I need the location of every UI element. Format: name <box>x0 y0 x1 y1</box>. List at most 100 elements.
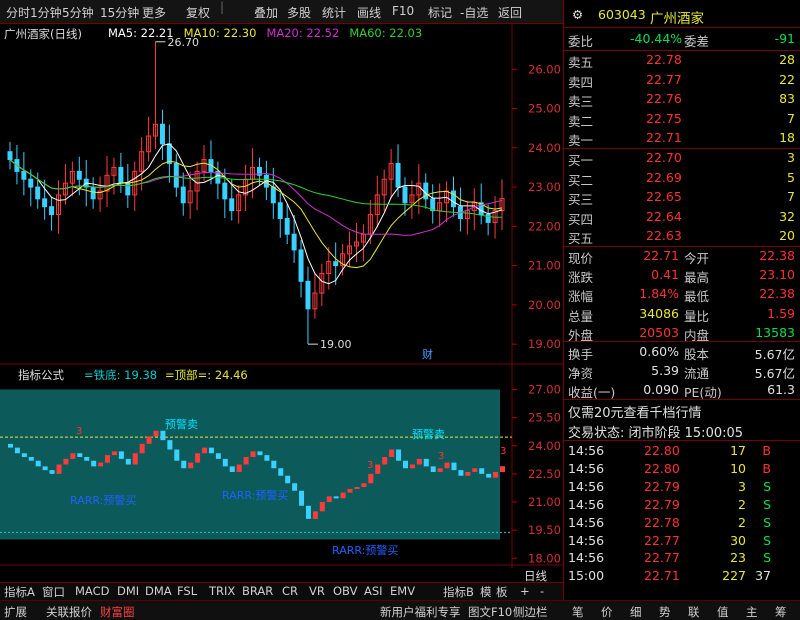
indicator-tab-13[interactable]: 指标B <box>443 584 474 600</box>
toolbar-item-7[interactable]: 多股 <box>287 4 311 21</box>
toolbar-item-9[interactable]: 画线 <box>357 4 381 21</box>
candle <box>21 152 27 196</box>
indicator-name[interactable]: 指标公式 <box>18 367 64 383</box>
sell-level-4: 卖一 22.71 18 <box>564 129 800 149</box>
ind-tick-label: 24.00 <box>528 439 561 453</box>
buy-level-label: 买五 <box>568 231 594 247</box>
ind-tick-label: 21.00 <box>528 495 561 509</box>
toolbar-item-12[interactable]: -自选 <box>460 4 488 21</box>
tick-price: 22.79 <box>644 496 680 512</box>
indicator-tab-17[interactable]: - <box>540 584 544 598</box>
indicator-tab-0[interactable]: 指标A <box>4 584 35 600</box>
tick-volume: 2 <box>738 514 746 530</box>
ind-candle <box>486 473 492 478</box>
kline-svg[interactable]: 26.00 25.00 24.00 23.00 22.00 21.00 20.00 19.00… <box>0 24 563 568</box>
indicator-tab-4[interactable]: DMA <box>145 584 172 598</box>
ind-candle <box>215 453 221 459</box>
toolbar-item-10[interactable]: F10 <box>392 4 414 18</box>
finance-marker[interactable]: 财 <box>422 347 433 361</box>
tick-price: 22.77 <box>644 532 680 548</box>
ind-candle <box>396 449 402 461</box>
toolbar-item-0[interactable]: 分时 <box>6 4 30 21</box>
toolbar-item-13[interactable]: 返回 <box>498 4 522 21</box>
buy-level-1: 买二 22.69 5 <box>564 169 800 189</box>
bottom-left-item-1[interactable]: 关联报价 <box>46 604 92 620</box>
buy-volume: 7 <box>787 189 795 205</box>
tick-volume: 10 <box>730 460 746 476</box>
indicator-tab-14[interactable]: 模 <box>480 584 492 600</box>
indicator-tab-3[interactable]: DMI <box>117 584 139 598</box>
stock-header: ⚙ 603043 广州酒家 <box>564 6 800 27</box>
sell-volume: 22 <box>779 71 795 87</box>
panel-tab-5[interactable]: 值 <box>717 604 729 620</box>
panel-tab-7[interactable]: 筹 <box>775 604 787 620</box>
quote-row-1: 涨跌 0.41 最高 23.10 <box>564 266 800 286</box>
toolbar-item-1[interactable]: 1分钟 <box>30 4 62 21</box>
panel-tab-3[interactable]: 势 <box>659 604 671 620</box>
toolbar-item-5[interactable]: 复权 <box>186 4 210 21</box>
indicator-tab-12[interactable]: EMV <box>390 584 415 598</box>
panel-tab-1[interactable]: 价 <box>601 604 613 620</box>
indicator-tab-8[interactable]: CR <box>282 584 298 598</box>
buy-level-0: 买一 22.70 3 <box>564 149 800 169</box>
quote-label: 今开 <box>684 251 710 266</box>
ind-candle <box>49 470 55 474</box>
tick-volume: 227 <box>722 568 746 584</box>
ma-label-2: MA20: 22.52 <box>266 26 340 40</box>
promo-text[interactable]: 仅需20元查看千档行情 <box>568 402 702 421</box>
quote-row-6: 净资 5.39 流通 5.67亿 <box>564 362 800 382</box>
indicator-tab-6[interactable]: TRIX <box>209 584 235 598</box>
sidebar-link[interactable]: 侧边栏 <box>513 604 548 620</box>
tick-side: 37 <box>755 568 771 584</box>
indicator-tab-16[interactable]: + <box>520 584 530 598</box>
quote-row-7: 收益(一) 0.090 PE(动) 61.3 <box>564 381 800 401</box>
buy-level-label: 买一 <box>568 153 594 168</box>
candle <box>69 161 75 197</box>
candle <box>381 169 387 212</box>
candle <box>457 187 463 232</box>
bottom-left-item-0[interactable]: 扩展 <box>4 604 27 620</box>
indicator-tab-5[interactable]: FSL <box>177 584 197 598</box>
panel-tab-6[interactable]: 主 <box>746 604 758 620</box>
indicator-tab-7[interactable]: BRAR <box>242 584 273 598</box>
news-link[interactable]: 新用户福利专享 <box>380 604 461 620</box>
quote-value: 1.84% <box>639 286 679 302</box>
candle <box>471 188 477 230</box>
quote-value: 13583 <box>755 324 795 340</box>
indicator-tab-9[interactable]: VR <box>309 584 325 598</box>
indicator-tab-10[interactable]: OBV <box>333 584 357 598</box>
bottom-left-item-2[interactable]: 财富圈 <box>100 604 135 620</box>
toolbar-item-11[interactable]: 标记 <box>428 4 452 21</box>
indicator-tab-2[interactable]: MACD <box>75 584 109 598</box>
low-price-label: 19.00 <box>320 338 352 351</box>
indicator-tab-15[interactable]: 板 <box>496 584 508 600</box>
toolbar-item-8[interactable]: 统计 <box>322 4 346 21</box>
ind-candle <box>389 449 395 457</box>
ind-candle <box>14 447 20 454</box>
toolbar-item-2[interactable]: 5分钟 <box>62 4 94 21</box>
sell-volume: 83 <box>779 91 795 107</box>
period-tab[interactable]: 日线 <box>524 568 547 584</box>
settings-icon[interactable]: ⚙ <box>572 7 583 22</box>
toolbar-item-3[interactable]: 15分钟 <box>100 4 139 21</box>
indicator-tab-1[interactable]: 窗口 <box>42 584 65 600</box>
candle <box>423 173 429 209</box>
ind-candle <box>56 464 62 474</box>
toolbar-item-6[interactable]: 叠加 <box>254 4 278 21</box>
candle <box>409 180 415 219</box>
chart-area[interactable]: 26.00 25.00 24.00 23.00 22.00 21.00 20.00 19.00… <box>0 24 563 568</box>
ind-candle <box>146 436 152 444</box>
panel-tab-0[interactable]: 笔 <box>572 604 584 620</box>
quote-value: 23.10 <box>759 267 795 283</box>
panel-tab-4[interactable]: 联 <box>688 604 700 620</box>
main-tick-label: 20.00 <box>528 298 561 312</box>
panel-tab-2[interactable]: 细 <box>630 604 642 620</box>
f10-link[interactable]: 图文F10 <box>468 604 512 620</box>
candle <box>180 172 186 216</box>
ind-candle <box>139 443 145 454</box>
sell-price: 22.77 <box>646 71 682 87</box>
toolbar-item-4[interactable]: 更多 <box>142 4 166 21</box>
toolbar-separator: | <box>220 0 225 14</box>
indicator-tab-11[interactable]: ASI <box>364 584 383 598</box>
ind-candle <box>451 462 457 471</box>
